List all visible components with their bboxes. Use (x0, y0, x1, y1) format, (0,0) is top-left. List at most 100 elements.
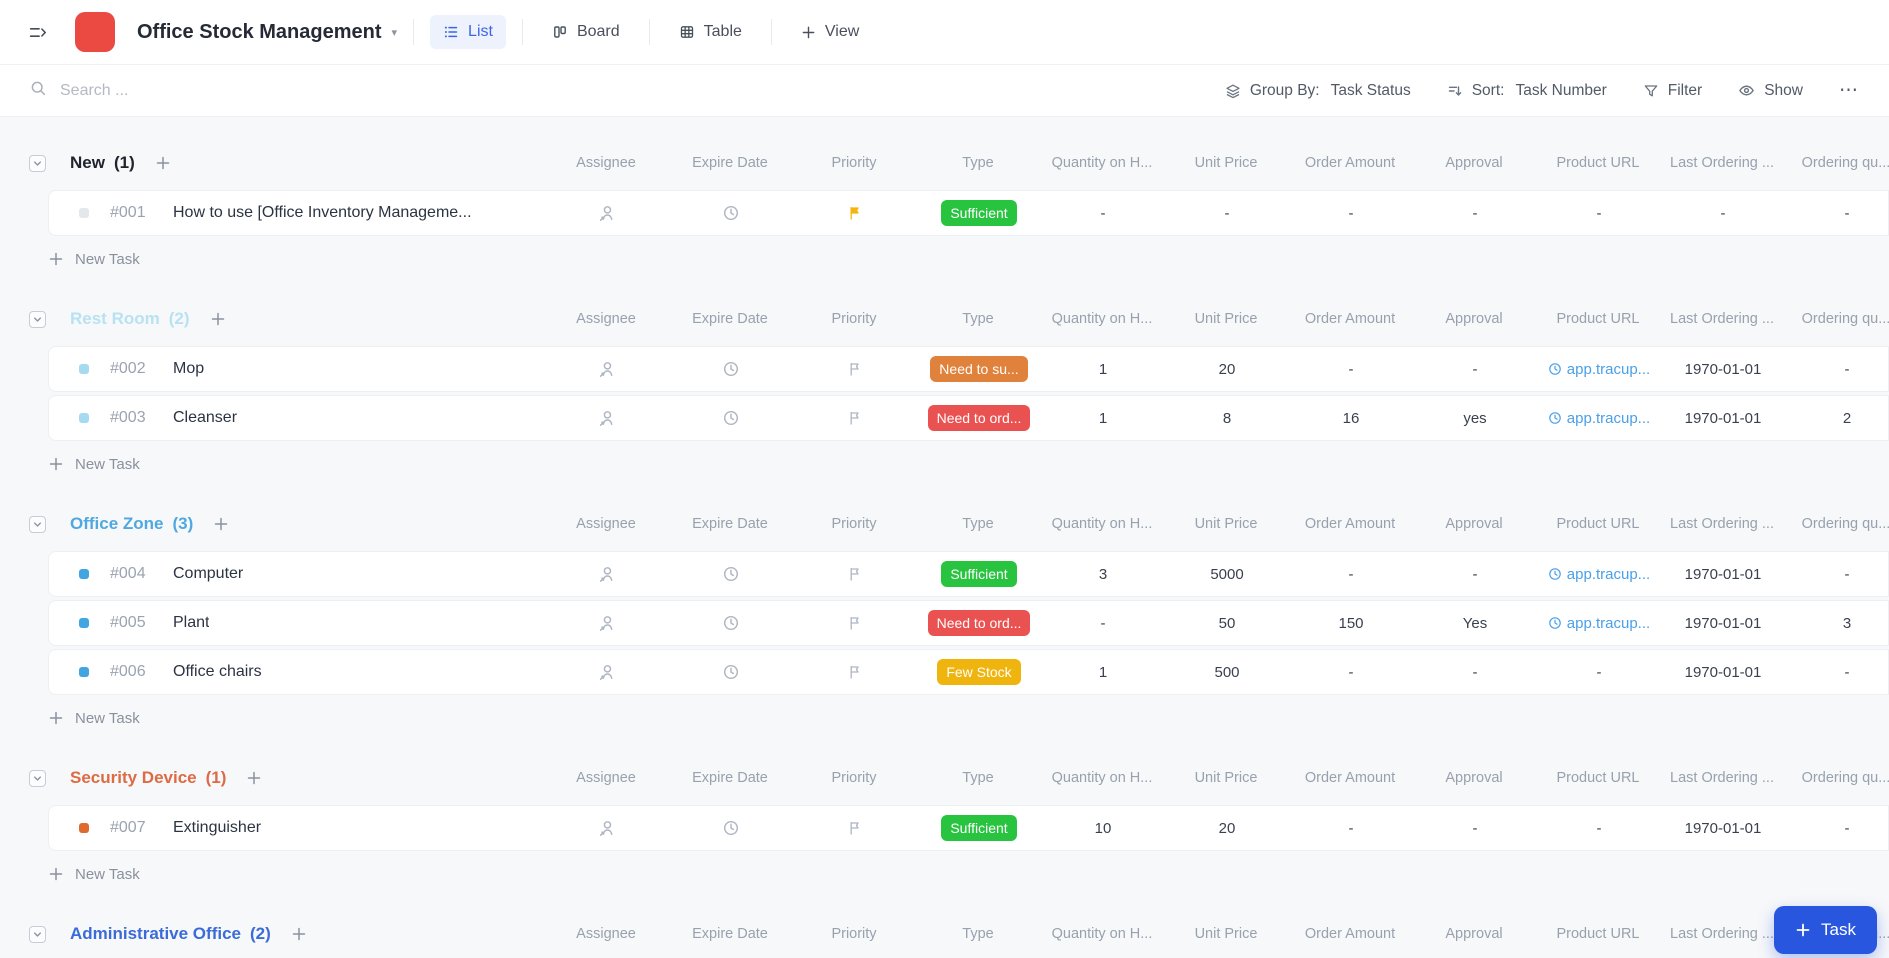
type-badge[interactable]: Need to ord... (927, 610, 1031, 636)
column-header[interactable]: Last Ordering ... (1660, 770, 1784, 786)
cell-quantity[interactable]: 1 (1041, 410, 1165, 427)
cell-last_ordering[interactable]: 1970-01-01 (1661, 664, 1785, 681)
task-row[interactable]: #007 Extinguisher Sufficient 10 20- - -1970-01… (48, 805, 1889, 851)
cell-approval[interactable]: - (1413, 205, 1537, 222)
column-header[interactable]: Unit Price (1164, 516, 1288, 532)
type-badge[interactable]: Need to su... (930, 356, 1028, 382)
add-assignee-icon[interactable] (598, 204, 616, 222)
column-header[interactable]: Approval (1412, 155, 1536, 171)
search-input[interactable] (60, 81, 480, 100)
expire-date-icon[interactable] (722, 565, 740, 583)
sort-control[interactable]: Sort: Task Number (1447, 82, 1607, 100)
new-task-button[interactable]: New Task (48, 451, 1889, 477)
status-dot[interactable] (79, 667, 89, 677)
task-title[interactable]: Office chairs (173, 663, 262, 681)
add-assignee-icon[interactable] (598, 409, 616, 427)
expire-date-icon[interactable] (722, 614, 740, 632)
project-logo[interactable] (75, 12, 115, 52)
new-task-button[interactable]: New Task (48, 705, 1889, 731)
add-view-button[interactable]: View (788, 15, 872, 49)
column-header[interactable]: Approval (1412, 770, 1536, 786)
task-row[interactable]: #003 Cleanser Need to ord... 1 8 16 yes app.tra… (48, 395, 1889, 441)
priority-flag-icon[interactable] (847, 361, 863, 377)
cell-approval[interactable]: yes (1413, 410, 1537, 427)
add-assignee-icon[interactable] (598, 360, 616, 378)
collapse-group-icon[interactable] (29, 154, 46, 172)
status-dot[interactable] (79, 413, 89, 423)
column-header[interactable]: Approval (1412, 926, 1536, 942)
add-assignee-icon[interactable] (598, 614, 616, 632)
search-box[interactable] (30, 80, 1225, 102)
column-header[interactable]: Product URL (1536, 155, 1660, 171)
cell-quantity[interactable]: 10 (1041, 820, 1165, 837)
group-title[interactable]: Rest Room (70, 309, 160, 329)
column-header[interactable]: Approval (1412, 516, 1536, 532)
collapse-group-icon[interactable] (29, 515, 46, 533)
sidebar-toggle-icon[interactable] (28, 23, 47, 42)
task-title[interactable]: Cleanser (173, 409, 237, 427)
tab-board[interactable]: Board (539, 15, 633, 49)
cell-approval[interactable]: - (1413, 566, 1537, 583)
cell-order_amount[interactable]: - (1289, 566, 1413, 583)
task-title[interactable]: Extinguisher (173, 819, 261, 837)
add-task-button[interactable]: Task (1774, 906, 1877, 954)
cell-ordering_qty[interactable]: - (1785, 205, 1889, 222)
column-header[interactable]: Assignee (544, 516, 668, 532)
column-header[interactable]: Product URL (1536, 926, 1660, 942)
cell-unit_price[interactable]: 5000 (1165, 566, 1289, 583)
priority-flag-icon[interactable] (847, 410, 863, 426)
add-task-in-group-icon[interactable] (210, 311, 226, 327)
cell-order_amount[interactable]: - (1289, 820, 1413, 837)
cell-product_url[interactable]: - (1537, 820, 1661, 837)
cell-unit_price[interactable]: - (1165, 205, 1289, 222)
cell-ordering_qty[interactable]: - (1785, 566, 1889, 583)
cell-ordering_qty[interactable]: - (1785, 664, 1889, 681)
add-assignee-icon[interactable] (598, 663, 616, 681)
collapse-group-icon[interactable] (29, 925, 46, 943)
column-header[interactable]: Product URL (1536, 770, 1660, 786)
column-header[interactable]: Expire Date (668, 926, 792, 942)
column-header[interactable]: Ordering qu... (1784, 770, 1889, 786)
status-dot[interactable] (79, 569, 89, 579)
add-assignee-icon[interactable] (598, 565, 616, 583)
group-title[interactable]: Office Zone (70, 514, 164, 534)
cell-product_url[interactable]: - (1537, 664, 1661, 681)
column-header[interactable]: Priority (792, 311, 916, 327)
column-header[interactable]: Quantity on H... (1040, 926, 1164, 942)
column-header[interactable]: Type (916, 311, 1040, 327)
column-header[interactable]: Expire Date (668, 311, 792, 327)
cell-quantity[interactable]: 3 (1041, 566, 1165, 583)
task-row[interactable]: #006 Office chairs Few Stock 1 500- - -1970-01… (48, 649, 1889, 695)
column-header[interactable]: Expire Date (668, 155, 792, 171)
column-header[interactable]: Order Amount (1288, 926, 1412, 942)
cell-ordering_qty[interactable]: 3 (1785, 615, 1889, 632)
column-header[interactable]: Ordering qu... (1784, 155, 1889, 171)
group-title[interactable]: Security Device (70, 768, 197, 788)
cell-last_ordering[interactable]: 1970-01-01 (1661, 820, 1785, 837)
add-task-in-group-icon[interactable] (155, 155, 171, 171)
filter-control[interactable]: Filter (1643, 82, 1702, 100)
collapse-group-icon[interactable] (29, 310, 46, 328)
cell-last_ordering[interactable]: 1970-01-01 (1661, 361, 1785, 378)
product-url-link[interactable]: app.tracup... (1548, 410, 1650, 427)
column-header[interactable]: Type (916, 155, 1040, 171)
expire-date-icon[interactable] (722, 409, 740, 427)
cell-approval[interactable]: - (1413, 820, 1537, 837)
status-dot[interactable] (79, 823, 89, 833)
type-badge[interactable]: Sufficient (941, 561, 1017, 587)
expire-date-icon[interactable] (722, 204, 740, 222)
cell-last_ordering[interactable]: 1970-01-01 (1661, 410, 1785, 427)
column-header[interactable]: Unit Price (1164, 155, 1288, 171)
type-badge[interactable]: Need to ord... (927, 405, 1031, 431)
column-header[interactable]: Type (916, 770, 1040, 786)
column-header[interactable]: Type (916, 516, 1040, 532)
column-header[interactable]: Last Ordering ... (1660, 155, 1784, 171)
column-header[interactable]: Quantity on H... (1040, 516, 1164, 532)
task-title[interactable]: Mop (173, 360, 204, 378)
column-header[interactable]: Order Amount (1288, 311, 1412, 327)
type-badge[interactable]: Sufficient (941, 200, 1017, 226)
column-header[interactable]: Ordering qu... (1784, 311, 1889, 327)
column-header[interactable]: Unit Price (1164, 926, 1288, 942)
group-by-control[interactable]: Group By: Task Status (1225, 82, 1411, 100)
column-header[interactable]: Last Ordering ... (1660, 311, 1784, 327)
